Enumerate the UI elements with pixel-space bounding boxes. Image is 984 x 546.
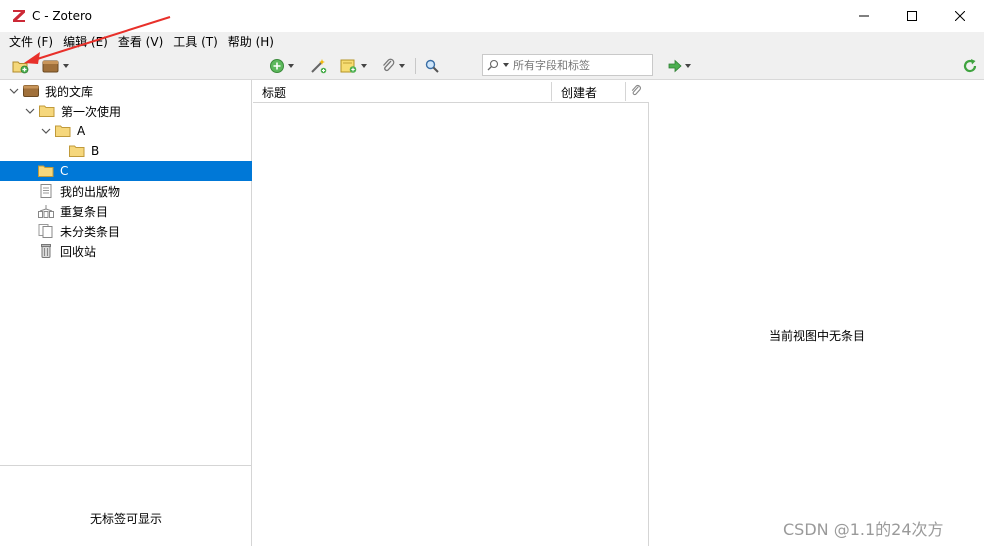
tree-item-label: 我的文库 <box>45 84 94 99</box>
arrow-right-icon <box>668 59 682 73</box>
chevron-down-icon[interactable] <box>9 86 19 96</box>
menu-bar: 文件 (F) 编辑 (E) 查看 (V) 工具 (T) 帮助 (H) <box>0 32 984 52</box>
add-attachment-button[interactable] <box>380 57 405 75</box>
new-library-icon <box>42 60 59 73</box>
duplicate-items-icon <box>38 204 54 218</box>
tree-item-c[interactable]: C <box>0 161 252 181</box>
tree-item-label: 未分类条目 <box>60 224 121 239</box>
collections-pane: 我的文库 第一次使用 A B C 我的出版物 重复条目 未分类条目 回收站 无标… <box>0 80 252 546</box>
note-icon <box>340 59 357 73</box>
chevron-down-icon <box>288 64 294 68</box>
tree-item-first-use[interactable]: 第一次使用 <box>0 101 252 121</box>
toolbar-separator <box>415 58 416 74</box>
maximize-icon <box>907 11 917 21</box>
collection-tree: 我的文库 第一次使用 A B C 我的出版物 重复条目 未分类条目 回收站 <box>0 80 252 465</box>
chevron-down-icon <box>399 64 405 68</box>
add-by-identifier-button[interactable] <box>309 57 327 75</box>
search-box[interactable] <box>482 54 653 76</box>
folder-icon <box>69 144 85 158</box>
trash-icon <box>38 244 54 258</box>
tree-item-unfiled-items[interactable]: 未分类条目 <box>0 221 252 241</box>
magnifier-icon <box>425 59 439 73</box>
column-divider[interactable] <box>551 82 552 101</box>
zotero-logo-icon <box>12 9 26 23</box>
magic-wand-icon <box>311 59 327 74</box>
tree-item-my-library[interactable]: 我的文库 <box>0 81 252 101</box>
tag-selector-empty-message: 无标签可显示 <box>89 512 162 526</box>
tree-item-label: 第一次使用 <box>61 104 122 119</box>
zotero-window: C - Zotero 文件 (F) 编辑 (E) 查看 (V) 工具 (T) 帮… <box>0 0 984 546</box>
tree-item-my-publications[interactable]: 我的出版物 <box>0 181 252 201</box>
column-divider[interactable] <box>625 82 626 101</box>
sync-button[interactable] <box>962 57 978 75</box>
menu-tools[interactable]: 工具 (T) <box>168 32 223 52</box>
new-item-button[interactable] <box>269 57 294 75</box>
chevron-down-icon <box>361 64 367 68</box>
new-note-button[interactable] <box>340 57 367 75</box>
chevron-down-icon <box>685 64 691 68</box>
folder-icon <box>55 124 71 138</box>
search-icon <box>487 59 499 71</box>
tree-item-label: B <box>91 144 100 158</box>
tree-item-label: 回收站 <box>60 244 97 259</box>
new-library-button[interactable] <box>42 57 69 75</box>
watermark-text: CSDN @1.1的24次方 <box>783 520 944 539</box>
menu-view[interactable]: 查看 (V) <box>113 32 168 52</box>
item-pane: 当前视图中无条目 <box>650 80 984 546</box>
window-controls <box>840 0 984 32</box>
tree-item-trash[interactable]: 回收站 <box>0 241 252 261</box>
tree-item-b[interactable]: B <box>0 141 252 161</box>
window-title: C - Zotero <box>32 9 92 23</box>
new-collection-button[interactable] <box>12 57 30 75</box>
advanced-search-button[interactable] <box>424 57 440 75</box>
add-circle-icon <box>270 59 284 73</box>
library-icon <box>23 84 39 98</box>
tag-selector: 无标签可显示 <box>0 465 252 546</box>
chevron-down-icon[interactable] <box>25 106 35 116</box>
locate-button[interactable] <box>668 57 691 75</box>
item-pane-empty-message: 当前视图中无条目 <box>768 329 865 343</box>
close-icon <box>955 11 965 21</box>
tree-item-label: C <box>60 164 69 178</box>
minimize-icon <box>859 15 869 17</box>
chevron-down-icon <box>63 64 69 68</box>
menu-help[interactable]: 帮助 (H) <box>223 32 279 52</box>
folder-icon <box>38 164 54 178</box>
maximize-button[interactable] <box>888 0 936 32</box>
sync-icon <box>963 59 977 73</box>
search-mode-dropdown-icon[interactable] <box>503 63 509 67</box>
tree-item-label: 重复条目 <box>60 204 109 219</box>
attachment-column-icon[interactable] <box>630 84 642 101</box>
items-list: 标题 创建者 <box>253 80 649 546</box>
column-header-title[interactable]: 标题 <box>262 84 286 101</box>
folder-icon <box>39 104 55 118</box>
menu-file[interactable]: 文件 (F) <box>4 32 58 52</box>
items-column-header: 标题 创建者 <box>253 80 649 103</box>
paperclip-icon <box>383 58 395 72</box>
menu-edit[interactable]: 编辑 (E) <box>58 32 113 52</box>
unfiled-items-icon <box>38 224 54 238</box>
tree-item-label: 我的出版物 <box>60 184 121 199</box>
column-header-creator[interactable]: 创建者 <box>561 84 597 101</box>
title-bar: C - Zotero <box>0 0 984 32</box>
close-button[interactable] <box>936 0 984 32</box>
chevron-down-icon[interactable] <box>41 126 51 136</box>
tree-item-label: A <box>77 124 86 138</box>
search-input[interactable] <box>513 58 643 72</box>
publications-icon <box>38 184 54 198</box>
minimize-button[interactable] <box>840 0 888 32</box>
tree-item-duplicate-items[interactable]: 重复条目 <box>0 201 252 221</box>
tree-item-a[interactable]: A <box>0 121 252 141</box>
new-collection-icon <box>12 61 29 74</box>
